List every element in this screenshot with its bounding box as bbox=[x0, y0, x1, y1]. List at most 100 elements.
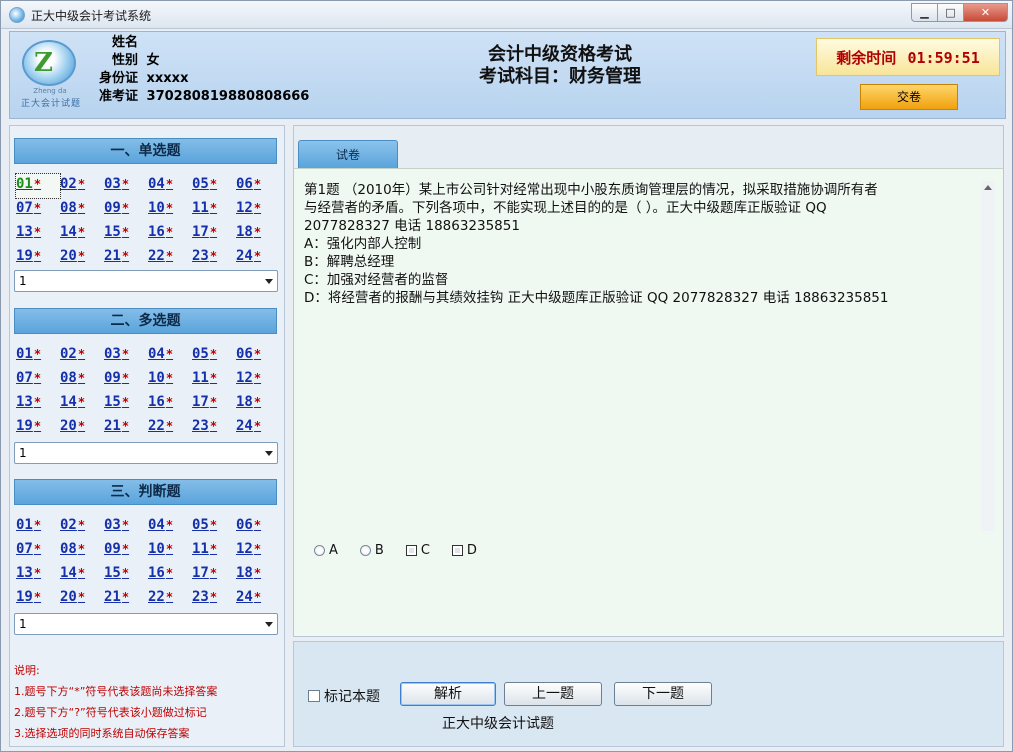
question-number-link[interactable]: 17* bbox=[192, 563, 236, 587]
question-number-link[interactable]: 01* bbox=[16, 515, 60, 539]
unanswered-star-icon: * bbox=[77, 590, 86, 604]
question-number-link[interactable]: 22* bbox=[148, 416, 192, 440]
previous-question-button[interactable]: 上一题 bbox=[504, 682, 602, 706]
question-number-link[interactable]: 08* bbox=[60, 368, 104, 392]
radio-icon[interactable] bbox=[314, 545, 325, 556]
question-number-link[interactable]: 07* bbox=[16, 198, 60, 222]
question-number-link[interactable]: 06* bbox=[236, 344, 280, 368]
question-number-link[interactable]: 23* bbox=[192, 246, 236, 270]
question-number-link[interactable]: 16* bbox=[148, 563, 192, 587]
question-number-link[interactable]: 04* bbox=[148, 344, 192, 368]
analysis-button[interactable]: 解析 bbox=[400, 682, 496, 706]
question-number-link[interactable]: 22* bbox=[148, 246, 192, 270]
question-number-link[interactable]: 07* bbox=[16, 368, 60, 392]
question-number-link[interactable]: 20* bbox=[60, 246, 104, 270]
scroll-up-icon[interactable] bbox=[984, 185, 992, 190]
question-number-link[interactable]: 22* bbox=[148, 587, 192, 611]
unanswered-star-icon: * bbox=[209, 419, 218, 433]
question-number-link[interactable]: 08* bbox=[60, 198, 104, 222]
question-number-link[interactable]: 14* bbox=[60, 222, 104, 246]
question-number-link[interactable]: 09* bbox=[104, 198, 148, 222]
close-icon[interactable]: ✕ bbox=[963, 3, 1008, 22]
question-number-link[interactable]: 05* bbox=[192, 344, 236, 368]
radio-icon[interactable] bbox=[359, 545, 371, 556]
question-number-link[interactable]: 01* bbox=[15, 173, 61, 199]
answer-option-a[interactable]: A bbox=[314, 543, 338, 558]
question-number-link[interactable]: 12* bbox=[236, 368, 280, 392]
tab-exam-paper[interactable]: 试卷 bbox=[298, 140, 398, 168]
question-number: 22 bbox=[148, 589, 165, 605]
question-number-link[interactable]: 21* bbox=[104, 587, 148, 611]
question-number-link[interactable]: 13* bbox=[16, 563, 60, 587]
question-number-link[interactable]: 09* bbox=[104, 539, 148, 563]
question-number-link[interactable]: 20* bbox=[60, 587, 104, 611]
answer-option-d[interactable]: D bbox=[451, 543, 477, 558]
question-number-link[interactable]: 03* bbox=[104, 515, 148, 539]
question-number-link[interactable]: 06* bbox=[236, 515, 280, 539]
question-number-link[interactable]: 21* bbox=[104, 246, 148, 270]
page-select-multi[interactable]: 1 bbox=[14, 442, 278, 464]
answer-option-b[interactable]: B bbox=[359, 543, 384, 558]
checkbox-icon[interactable] bbox=[405, 545, 417, 556]
question-number-link[interactable]: 13* bbox=[16, 392, 60, 416]
question-number-link[interactable]: 16* bbox=[148, 222, 192, 246]
question-number-link[interactable]: 24* bbox=[236, 246, 280, 270]
question-number-link[interactable]: 10* bbox=[148, 368, 192, 392]
question-number-link[interactable]: 02* bbox=[60, 174, 104, 198]
question-number-link[interactable]: 23* bbox=[192, 416, 236, 440]
question-number-link[interactable]: 06* bbox=[236, 174, 280, 198]
question-number-link[interactable]: 01* bbox=[16, 344, 60, 368]
question-number-link[interactable]: 19* bbox=[16, 587, 60, 611]
question-number-link[interactable]: 05* bbox=[192, 515, 236, 539]
question-number-link[interactable]: 21* bbox=[104, 416, 148, 440]
maximize-icon[interactable]: □ bbox=[937, 3, 964, 22]
question-number-link[interactable]: 17* bbox=[192, 222, 236, 246]
mark-question-checkbox[interactable]: 标记本题 bbox=[308, 686, 380, 706]
checkbox-icon[interactable] bbox=[308, 690, 320, 702]
question-number-link[interactable]: 11* bbox=[192, 368, 236, 392]
next-question-button[interactable]: 下一题 bbox=[614, 682, 712, 706]
question-number-link[interactable]: 04* bbox=[148, 174, 192, 198]
question-number-link[interactable]: 02* bbox=[60, 344, 104, 368]
question-number-link[interactable]: 18* bbox=[236, 392, 280, 416]
question-number-link[interactable]: 07* bbox=[16, 539, 60, 563]
question-number-link[interactable]: 15* bbox=[104, 563, 148, 587]
question-number-link[interactable]: 08* bbox=[60, 539, 104, 563]
question-number-link[interactable]: 05* bbox=[192, 174, 236, 198]
question-number-link[interactable]: 11* bbox=[192, 198, 236, 222]
minimize-icon[interactable]: ▁ bbox=[911, 3, 938, 22]
question-number-link[interactable]: 24* bbox=[236, 587, 280, 611]
question-number-link[interactable]: 12* bbox=[236, 539, 280, 563]
question-number-link[interactable]: 20* bbox=[60, 416, 104, 440]
question-number-link[interactable]: 24* bbox=[236, 416, 280, 440]
question-number-link[interactable]: 17* bbox=[192, 392, 236, 416]
question-number-link[interactable]: 19* bbox=[16, 416, 60, 440]
question-number-link[interactable]: 03* bbox=[104, 174, 148, 198]
page-select-judge[interactable]: 1 bbox=[14, 613, 278, 635]
answer-option-c[interactable]: C bbox=[405, 543, 430, 558]
question-number-link[interactable]: 09* bbox=[104, 368, 148, 392]
question-number-link[interactable]: 19* bbox=[16, 246, 60, 270]
question-number-link[interactable]: 18* bbox=[236, 222, 280, 246]
question-number-link[interactable]: 13* bbox=[16, 222, 60, 246]
question-number-link[interactable]: 10* bbox=[148, 198, 192, 222]
question-number-link[interactable]: 11* bbox=[192, 539, 236, 563]
question-number-link[interactable]: 16* bbox=[148, 392, 192, 416]
question-number-link[interactable]: 02* bbox=[60, 515, 104, 539]
question-number: 03 bbox=[104, 346, 121, 362]
question-number-link[interactable]: 14* bbox=[60, 563, 104, 587]
question-number-link[interactable]: 10* bbox=[148, 539, 192, 563]
question-number-link[interactable]: 12* bbox=[236, 198, 280, 222]
checkbox-icon[interactable] bbox=[451, 545, 463, 556]
question-number-link[interactable]: 18* bbox=[236, 563, 280, 587]
submit-exam-button[interactable]: 交卷 bbox=[860, 84, 958, 110]
question-number-link[interactable]: 04* bbox=[148, 515, 192, 539]
vertical-scrollbar[interactable] bbox=[981, 181, 995, 531]
question-number-link[interactable]: 23* bbox=[192, 587, 236, 611]
page-select-single[interactable]: 1 bbox=[14, 270, 278, 292]
question-number-link[interactable]: 14* bbox=[60, 392, 104, 416]
question-number-link[interactable]: 15* bbox=[104, 392, 148, 416]
question-number-link[interactable]: 03* bbox=[104, 344, 148, 368]
question-number-link[interactable]: 15* bbox=[104, 222, 148, 246]
unanswered-star-icon: * bbox=[165, 249, 174, 263]
